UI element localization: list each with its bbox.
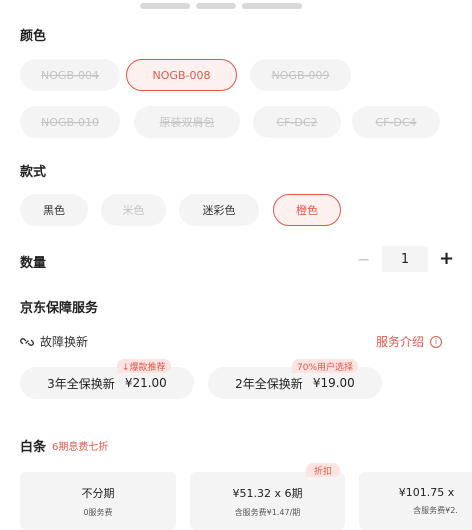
plan-fee-text: 含服务费¥2. [413,506,458,515]
top-cut-off-header [140,0,340,9]
guarantee-option-price: ¥19.00 [312,376,355,390]
color-option-nogb-008[interactable]: NOGB-008 [126,59,237,91]
style-option-black[interactable]: 黑色 [20,194,88,226]
style-option-camo[interactable]: 迷彩色 [179,194,259,226]
guarantee-section-title: 京东保障服务 [20,301,99,316]
style-section-title: 款式 [20,165,47,180]
installment-plan-12[interactable]: ¥101.75 x 含服务费¥2. [359,472,472,530]
hot-recommend-badge: ↓爆款推荐 [117,359,171,373]
color-option-cf-dc2[interactable]: CF-DC2 [253,106,341,138]
baitiao-header: 白条 6期息费七折 [20,436,108,455]
plan-main-text: ¥101.75 x [398,486,455,499]
baitiao-title: 白条 [20,440,47,455]
guarantee-option-name: 2年全保换新 [235,376,303,391]
plan-fee-text: 0服务费 [83,507,113,517]
installment-plan-6[interactable]: ¥51.32 x 6期 含服务费¥1.47/期 [190,472,345,530]
baitiao-promo: 6期息费七折 [52,442,109,453]
service-intro-link[interactable]: 服务介绍 i [376,333,443,350]
color-option-nogb-010[interactable]: NOGB-010 [20,106,120,138]
user-choice-badge: 70%用户选择 [292,359,359,373]
guarantee-category-label: 故障换新 [40,335,89,349]
quantity-increment-button[interactable]: + [439,248,454,269]
color-section-title: 颜色 [20,29,47,44]
link-icon [20,337,34,346]
plan-main-text: 不分期 [81,486,115,500]
quantity-label: 数量 [20,256,47,271]
plan-fee-text: 含服务费¥1.47/期 [234,507,301,517]
color-option-nogb-004[interactable]: NOGB-004 [20,59,120,91]
service-intro-label[interactable]: 服务介绍 [376,333,424,350]
guarantee-category: 故障换新 [20,333,88,350]
installment-plan-none[interactable]: 不分期 0服务费 [20,472,176,530]
color-option-cf-dc4[interactable]: CF-DC4 [352,106,440,138]
quantity-value[interactable]: 1 [382,246,428,272]
color-option-nogb-009[interactable]: NOGB-009 [250,59,351,91]
style-option-orange[interactable]: 橙色 [273,194,341,226]
guarantee-option-price: ¥21.00 [124,376,167,390]
color-option-backpack[interactable]: 原装双肩包 [134,106,240,138]
guarantee-option-name: 3年全保换新 [47,376,115,391]
style-option-beige[interactable]: 米色 [101,194,166,226]
discount-badge: 折扣 [306,463,341,477]
info-icon[interactable]: i [430,335,443,348]
plan-main-text: ¥51.32 x 6期 [232,486,303,500]
quantity-decrement-button[interactable]: − [357,250,370,269]
